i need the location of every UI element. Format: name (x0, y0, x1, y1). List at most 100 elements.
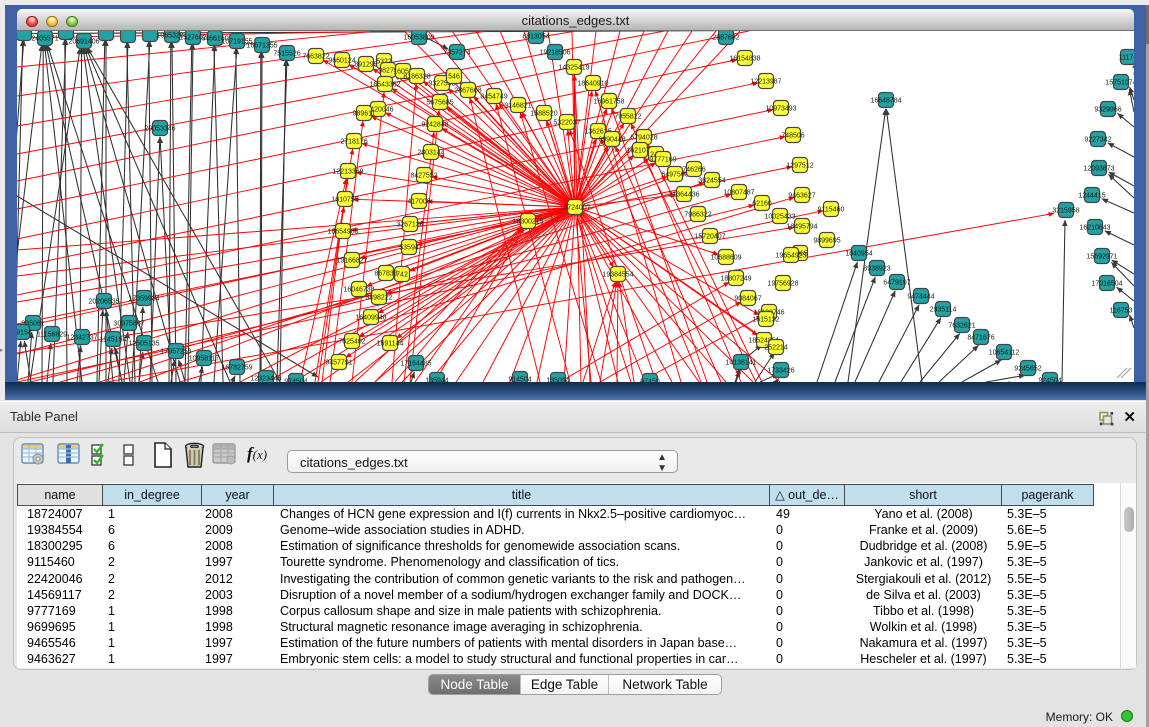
svg-text:16409948: 16409948 (355, 314, 386, 321)
svg-text:9084067: 9084067 (734, 295, 761, 302)
svg-text:20206535: 20206535 (88, 298, 119, 305)
svg-text:12323446: 12323446 (250, 375, 281, 382)
svg-text:19166827: 19166827 (336, 257, 367, 264)
svg-text:18807249: 18807249 (720, 275, 751, 282)
svg-text:7632621: 7632621 (948, 322, 975, 329)
svg-text:2887682: 2887682 (712, 34, 739, 41)
svg-text:9777169: 9777169 (649, 156, 676, 163)
svg-text:974504: 974504 (284, 378, 307, 382)
svg-text:6794028: 6794028 (630, 134, 657, 141)
svg-text:914504: 914504 (508, 376, 531, 382)
svg-text:12505135: 12505135 (128, 340, 159, 347)
svg-text:15751074: 15751074 (1105, 79, 1134, 86)
svg-text:3624554: 3624554 (698, 177, 725, 184)
svg-text:9146821: 9146821 (504, 102, 531, 109)
svg-text:17164485: 17164485 (400, 360, 431, 367)
svg-text:15720407: 15720407 (694, 233, 725, 240)
svg-text:3215958: 3215958 (1052, 207, 1079, 214)
svg-text:252214: 252214 (764, 344, 787, 351)
svg-text:6479197: 6479197 (883, 279, 910, 286)
svg-text:3267130: 3267130 (396, 221, 423, 228)
svg-text:9329966: 9329966 (1094, 106, 1121, 113)
svg-text:12093873: 12093873 (1083, 165, 1114, 172)
svg-text:14136141: 14136141 (725, 359, 756, 366)
svg-text:5675685: 5675685 (426, 99, 453, 106)
svg-text:1145194: 1145194 (100, 336, 127, 343)
svg-text:17016504: 17016504 (1091, 280, 1122, 287)
svg-text:17957253: 17957253 (160, 348, 191, 355)
svg-text:19218506: 19218506 (539, 49, 570, 56)
svg-text:7515526: 7515526 (273, 50, 300, 57)
svg-text:16671355: 16671355 (246, 42, 277, 49)
svg-text:1691144: 1691144 (377, 340, 404, 347)
svg-text:891295: 891295 (354, 61, 377, 68)
svg-text:9227342: 9227342 (1084, 136, 1111, 143)
svg-text:1244415: 1244415 (1078, 192, 1105, 199)
svg-text:748506: 748506 (781, 132, 804, 139)
svg-text:11174: 11174 (1119, 54, 1134, 61)
svg-text:8471676: 8471676 (967, 334, 994, 341)
svg-text:18300215: 18300215 (512, 218, 543, 225)
svg-text:1610755: 1610755 (331, 196, 358, 203)
svg-text:16046738: 16046738 (343, 286, 374, 293)
svg-text:8427552: 8427552 (410, 172, 437, 179)
svg-text:9463627: 9463627 (788, 192, 815, 199)
svg-text:7955812: 7955812 (614, 113, 641, 120)
svg-text:53594: 53594 (399, 244, 419, 251)
svg-text:18640910: 18640910 (577, 80, 608, 87)
svg-text:39154: 39154 (17, 329, 32, 336)
svg-text:1588520: 1588520 (530, 110, 557, 117)
svg-text:17359934: 17359934 (128, 295, 159, 302)
svg-text:5322037: 5322037 (553, 119, 580, 126)
svg-text:417006: 417006 (407, 198, 430, 205)
svg-text:10958117: 10958117 (189, 355, 220, 362)
svg-text:18724007: 18724007 (559, 204, 590, 211)
svg-text:9457791: 9457791 (325, 359, 352, 366)
svg-text:3498222: 3498222 (365, 294, 392, 301)
svg-text:8454749: 8454749 (480, 93, 507, 100)
svg-text:9115460: 9115460 (818, 206, 845, 213)
svg-text:9474444: 9474444 (907, 293, 934, 300)
svg-text:9660124: 9660124 (328, 57, 355, 64)
svg-text:2867608: 2867608 (454, 87, 481, 94)
svg-text:9899695: 9899695 (813, 237, 840, 244)
svg-text:989611: 989611 (353, 110, 376, 117)
svg-text:2718176: 2718176 (340, 138, 367, 145)
svg-text:16154838: 16154838 (729, 55, 760, 62)
svg-text:62160: 62160 (752, 200, 772, 207)
svg-text:16961758: 16961758 (593, 98, 624, 105)
svg-text:1640954: 1640954 (845, 250, 872, 257)
svg-text:1615132: 1615132 (752, 316, 779, 323)
svg-text:9242848: 9242848 (421, 121, 448, 128)
svg-text:8813054: 8813054 (522, 33, 549, 40)
svg-text:10807487: 10807487 (723, 189, 754, 196)
svg-text:924504: 924504 (1038, 377, 1061, 382)
svg-text:16543362: 16543362 (369, 81, 400, 88)
svg-text:2935114: 2935114 (930, 306, 957, 313)
svg-text:19384554: 19384554 (602, 271, 633, 278)
svg-text:16782759: 16782759 (221, 364, 252, 371)
svg-text:20053346: 20053346 (144, 125, 175, 132)
svg-text:867833: 867833 (374, 270, 397, 277)
svg-text:19756928: 19756928 (767, 280, 798, 287)
svg-text:18495794: 18495794 (786, 223, 817, 230)
svg-text:546: 546 (448, 73, 460, 80)
svg-text:10025433: 10025433 (764, 213, 795, 220)
svg-text:7357274: 7357274 (443, 49, 470, 56)
svg-text:135094: 135094 (546, 377, 569, 382)
svg-text:10688609: 10688609 (710, 254, 741, 261)
svg-text:2803144: 2803144 (417, 149, 444, 156)
svg-text:1297512: 1297512 (786, 162, 813, 169)
svg-text:8186328: 8186328 (403, 73, 430, 80)
svg-text:116753: 116753 (1110, 307, 1133, 314)
svg-text:18654985: 18654985 (327, 228, 358, 235)
svg-text:746266: 746266 (682, 166, 705, 173)
svg-text:97450: 97450 (640, 378, 660, 382)
svg-text:10654112: 10654112 (989, 349, 1020, 356)
svg-text:19654923: 19654923 (775, 252, 806, 259)
svg-text:20691406: 20691406 (68, 38, 99, 45)
svg-text:16210643: 16210643 (1079, 224, 1110, 231)
svg-text:7625402: 7625402 (338, 338, 365, 345)
svg-text:7986322: 7986322 (684, 211, 711, 218)
svg-text:10973493: 10973493 (765, 105, 796, 112)
